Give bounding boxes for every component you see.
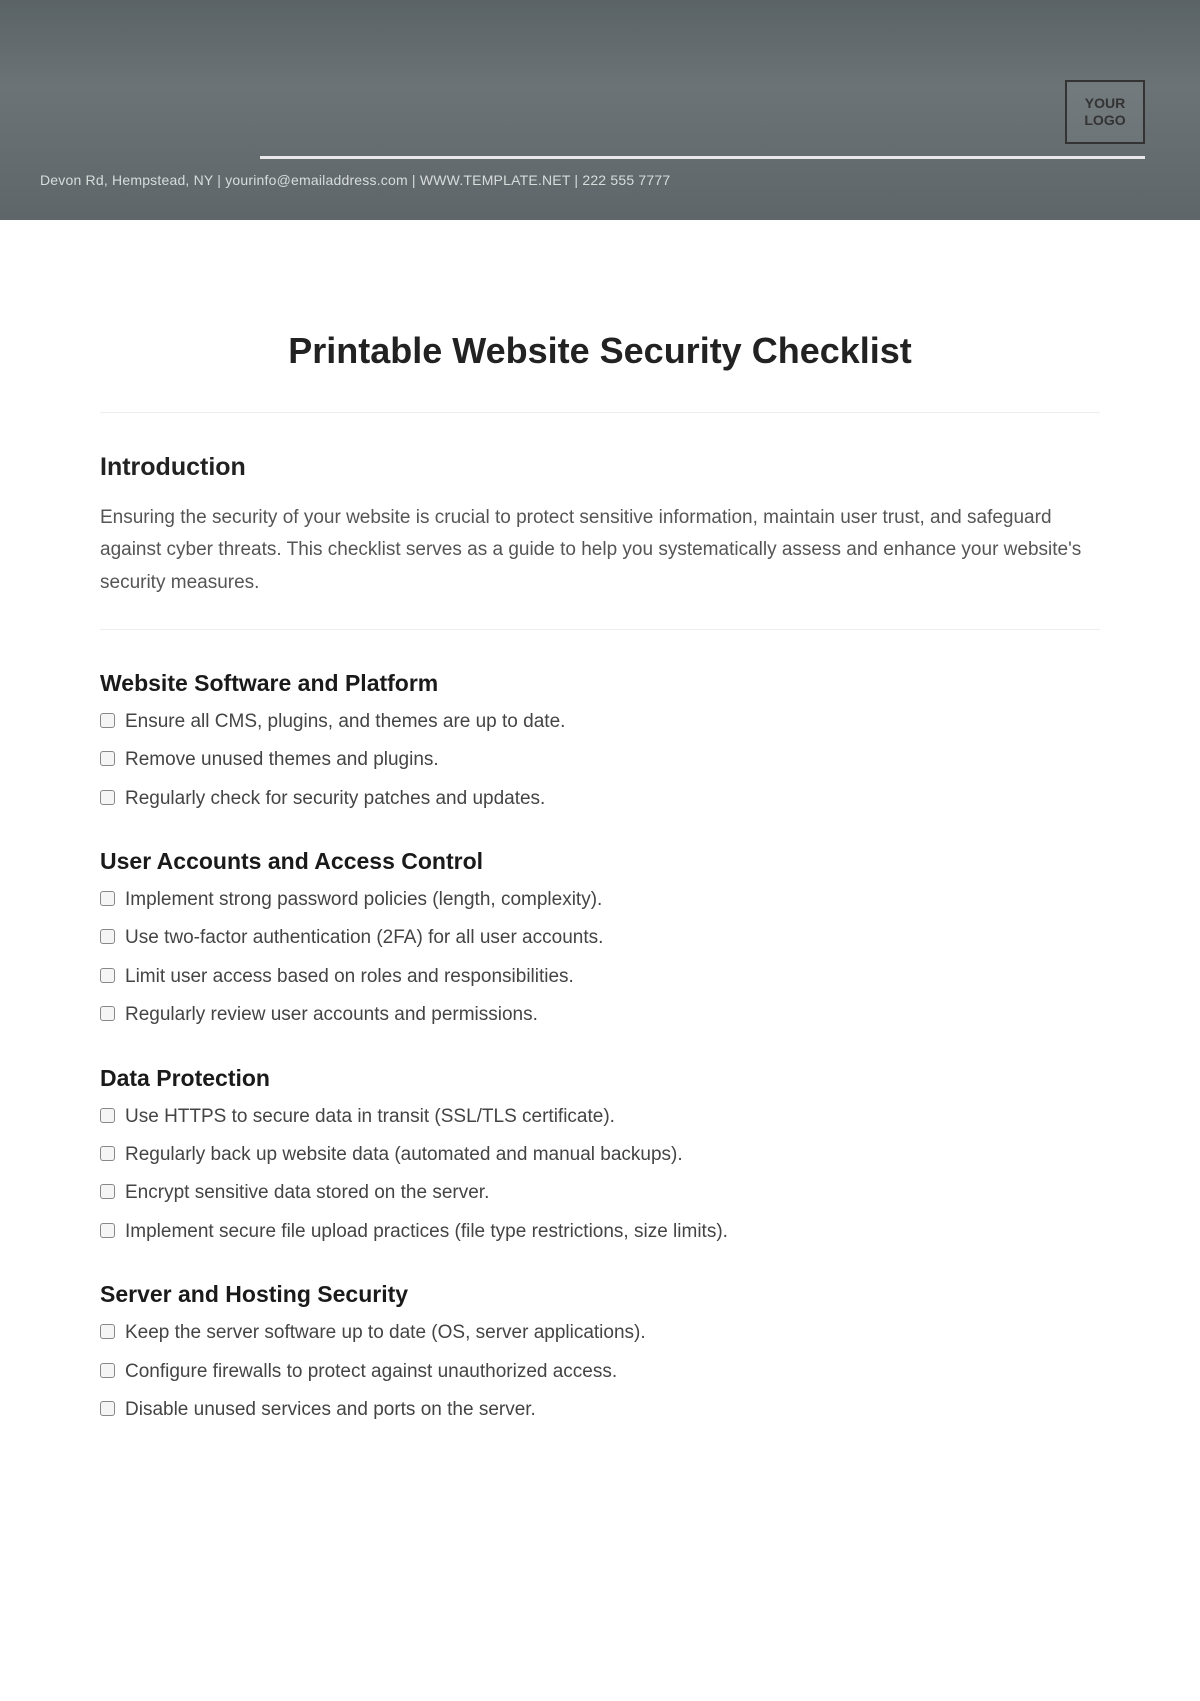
checklist-item: Ensure all CMS, plugins, and themes are … (100, 707, 1100, 737)
checkbox-icon[interactable] (100, 1006, 115, 1021)
checklist-item: Implement strong password policies (leng… (100, 885, 1100, 915)
checklist-item-label: Regularly check for security patches and… (125, 784, 545, 814)
checklist-item-label: Use HTTPS to secure data in transit (SSL… (125, 1102, 615, 1132)
header-divider (260, 156, 1145, 159)
checklist-item: Regularly check for security patches and… (100, 784, 1100, 814)
intro-divider (100, 629, 1100, 630)
intro-body: Ensuring the security of your website is… (100, 502, 1100, 599)
checkbox-icon[interactable] (100, 1223, 115, 1238)
title-divider (100, 412, 1100, 413)
checklist-section: User Accounts and Access Control Implemen… (100, 848, 1100, 1031)
checklist-section: Data Protection Use HTTPS to secure data … (100, 1065, 1100, 1248)
checklist-section: Website Software and Platform Ensure all … (100, 670, 1100, 814)
checklist-item: Keep the server software up to date (OS,… (100, 1318, 1100, 1348)
logo-text: YOUR LOGO (1067, 95, 1143, 129)
checkbox-icon[interactable] (100, 1363, 115, 1378)
checklist-item-label: Ensure all CMS, plugins, and themes are … (125, 707, 565, 737)
checklist-item: Use HTTPS to secure data in transit (SSL… (100, 1102, 1100, 1132)
checkbox-icon[interactable] (100, 1324, 115, 1339)
document-title: Printable Website Security Checklist (100, 330, 1100, 372)
checkbox-icon[interactable] (100, 751, 115, 766)
checklist-item: Remove unused themes and plugins. (100, 745, 1100, 775)
checkbox-icon[interactable] (100, 968, 115, 983)
checklist-item: Implement secure file upload practices (… (100, 1217, 1100, 1247)
checklist-section: Server and Hosting Security Keep the serv… (100, 1281, 1100, 1425)
checkbox-icon[interactable] (100, 1146, 115, 1161)
checklist-item-label: Implement secure file upload practices (… (125, 1217, 728, 1247)
checklist-item-label: Use two-factor authentication (2FA) for … (125, 923, 603, 953)
checklist-item-label: Regularly back up website data (automate… (125, 1140, 683, 1170)
checkbox-icon[interactable] (100, 1401, 115, 1416)
document-body: Printable Website Security Checklist Int… (0, 220, 1200, 1425)
checklist-section-heading: Website Software and Platform (100, 670, 1100, 697)
checklist-item-label: Implement strong password policies (leng… (125, 885, 602, 915)
checklist-item-label: Remove unused themes and plugins. (125, 745, 439, 775)
intro-heading: Introduction (100, 453, 1100, 482)
checkbox-icon[interactable] (100, 1108, 115, 1123)
checklist-section-heading: User Accounts and Access Control (100, 848, 1100, 875)
checklist-item-label: Encrypt sensitive data stored on the ser… (125, 1178, 489, 1208)
checklist-item: Encrypt sensitive data stored on the ser… (100, 1178, 1100, 1208)
checklist-item-label: Keep the server software up to date (OS,… (125, 1318, 646, 1348)
logo-placeholder: YOUR LOGO (1065, 80, 1145, 144)
checkbox-icon[interactable] (100, 713, 115, 728)
checklist-sections: Website Software and Platform Ensure all … (100, 670, 1100, 1425)
checkbox-icon[interactable] (100, 790, 115, 805)
checklist-item: Configure firewalls to protect against u… (100, 1357, 1100, 1387)
checkbox-icon[interactable] (100, 929, 115, 944)
checklist-item: Regularly back up website data (automate… (100, 1140, 1100, 1170)
checklist-item: Regularly review user accounts and permi… (100, 1000, 1100, 1030)
checkbox-icon[interactable] (100, 891, 115, 906)
checkbox-icon[interactable] (100, 1184, 115, 1199)
checklist-item-label: Regularly review user accounts and permi… (125, 1000, 538, 1030)
checklist-item-label: Disable unused services and ports on the… (125, 1395, 536, 1425)
checklist-section-heading: Data Protection (100, 1065, 1100, 1092)
checklist-item: Disable unused services and ports on the… (100, 1395, 1100, 1425)
checklist-item-label: Configure firewalls to protect against u… (125, 1357, 617, 1387)
header-contact-line: Devon Rd, Hempstead, NY | yourinfo@email… (40, 172, 670, 188)
checklist-item: Use two-factor authentication (2FA) for … (100, 923, 1100, 953)
checklist-section-heading: Server and Hosting Security (100, 1281, 1100, 1308)
checklist-item-label: Limit user access based on roles and res… (125, 962, 574, 992)
checklist-item: Limit user access based on roles and res… (100, 962, 1100, 992)
document-header: YOUR LOGO Devon Rd, Hempstead, NY | your… (0, 0, 1200, 220)
